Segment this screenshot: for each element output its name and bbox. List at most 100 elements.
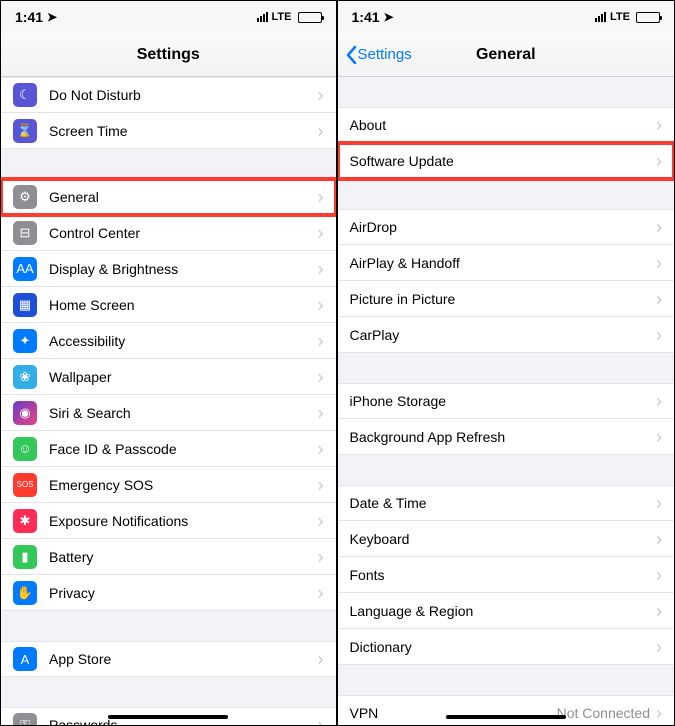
row-label: Battery <box>49 549 318 565</box>
battery-icon <box>636 12 660 23</box>
chevron-right-icon: › <box>318 260 324 278</box>
accessibility-icon: ✦ <box>13 329 37 353</box>
general-row-airplay-handoff[interactable]: AirPlay & Handoff› <box>338 245 675 281</box>
chevron-right-icon: › <box>318 332 324 350</box>
row-label: Software Update <box>350 153 657 169</box>
chevron-right-icon: › <box>318 188 324 206</box>
settings-row-accessibility[interactable]: ✦ Accessibility› <box>1 323 336 359</box>
general-row-carplay[interactable]: CarPlay› <box>338 317 675 353</box>
chevron-right-icon: › <box>656 152 662 170</box>
row-label: CarPlay <box>350 327 657 343</box>
general-row-about[interactable]: About› <box>338 107 675 143</box>
location-icon: ➤ <box>384 10 394 24</box>
nav-header: Settings <box>1 33 336 77</box>
settings-row-wallpaper[interactable]: ❀ Wallpaper› <box>1 359 336 395</box>
chevron-right-icon: › <box>656 428 662 446</box>
general-row-software-update[interactable]: Software Update› <box>338 143 675 179</box>
settings-row-home-screen[interactable]: ▦Home Screen› <box>1 287 336 323</box>
general-row-background-app-refresh[interactable]: Background App Refresh› <box>338 419 675 455</box>
home-indicator[interactable] <box>108 715 228 719</box>
row-label: Wallpaper <box>49 369 318 385</box>
status-bar: 1:41 ➤ LTE <box>1 1 336 33</box>
general-row-vpn[interactable]: VPNNot Connected› <box>338 695 675 725</box>
gear-icon: ⚙ <box>13 185 37 209</box>
chevron-right-icon: › <box>318 86 324 104</box>
settings-row-emergency-sos[interactable]: SOSEmergency SOS› <box>1 467 336 503</box>
chevron-right-icon: › <box>318 716 324 725</box>
battery-icon: ▮ <box>13 545 37 569</box>
chevron-right-icon: › <box>656 218 662 236</box>
appstore-icon: A <box>13 647 37 671</box>
general-row-dictionary[interactable]: Dictionary› <box>338 629 675 665</box>
row-label: iPhone Storage <box>350 393 657 409</box>
settings-row-privacy[interactable]: ✋Privacy› <box>1 575 336 611</box>
general-row-date-time[interactable]: Date & Time› <box>338 485 675 521</box>
settings-row-general[interactable]: ⚙General› <box>1 179 336 215</box>
chevron-right-icon: › <box>656 602 662 620</box>
wallpaper-icon: ❀ <box>13 365 37 389</box>
row-label: Privacy <box>49 585 318 601</box>
chevron-right-icon: › <box>318 368 324 386</box>
page-title: General <box>476 46 536 64</box>
settings-row-do-not-disturb[interactable]: ☾Do Not Disturb› <box>1 77 336 113</box>
row-label: Keyboard <box>350 531 657 547</box>
general-row-keyboard[interactable]: Keyboard› <box>338 521 675 557</box>
row-label: Accessibility <box>49 333 318 349</box>
chevron-right-icon: › <box>318 404 324 422</box>
general-row-fonts[interactable]: Fonts› <box>338 557 675 593</box>
faceid-icon: ☺ <box>13 437 37 461</box>
key-icon: ⚿ <box>13 713 37 725</box>
settings-row-screen-time[interactable]: ⌛Screen Time› <box>1 113 336 149</box>
row-label: Control Center <box>49 225 318 241</box>
chevron-right-icon: › <box>318 584 324 602</box>
row-label: AirPlay & Handoff <box>350 255 657 271</box>
row-label: Fonts <box>350 567 657 583</box>
nav-header: Settings General <box>338 33 675 77</box>
chevron-right-icon: › <box>656 116 662 134</box>
chevron-right-icon: › <box>318 650 324 668</box>
general-row-language-region[interactable]: Language & Region› <box>338 593 675 629</box>
settings-screen: 1:41 ➤ LTE Settings ☾Do Not Disturb›⌛Scr… <box>1 1 338 725</box>
row-label: Exposure Notifications <box>49 513 318 529</box>
settings-list[interactable]: ☾Do Not Disturb›⌛Screen Time› ⚙General›⊟C… <box>1 77 336 725</box>
exposure-icon: ✱ <box>13 509 37 533</box>
page-title: Settings <box>137 46 200 64</box>
chevron-right-icon: › <box>656 530 662 548</box>
chevron-right-icon: › <box>318 476 324 494</box>
chevron-right-icon: › <box>318 512 324 530</box>
grid-icon: ▦ <box>13 293 37 317</box>
chevron-right-icon: › <box>656 392 662 410</box>
general-row-iphone-storage[interactable]: iPhone Storage› <box>338 383 675 419</box>
row-label: AirDrop <box>350 219 657 235</box>
chevron-right-icon: › <box>656 290 662 308</box>
moon-icon: ☾ <box>13 83 37 107</box>
settings-row-display-brightness[interactable]: AADisplay & Brightness› <box>1 251 336 287</box>
settings-row-face-id-passcode[interactable]: ☺Face ID & Passcode› <box>1 431 336 467</box>
home-indicator[interactable] <box>446 715 566 719</box>
row-value: Not Connected <box>557 705 650 721</box>
row-label: Screen Time <box>49 123 318 139</box>
settings-row-app-store[interactable]: AApp Store› <box>1 641 336 677</box>
chevron-left-icon <box>344 45 358 65</box>
row-label: Date & Time <box>350 495 657 511</box>
status-carrier: LTE <box>610 11 630 23</box>
chevron-right-icon: › <box>318 122 324 140</box>
general-row-airdrop[interactable]: AirDrop› <box>338 209 675 245</box>
general-list[interactable]: About›Software Update›AirDrop›AirPlay & … <box>338 77 675 725</box>
row-label: Home Screen <box>49 297 318 313</box>
row-label: Dictionary <box>350 639 657 655</box>
status-time: 1:41 <box>15 9 43 25</box>
chevron-right-icon: › <box>656 704 662 722</box>
general-row-picture-in-picture[interactable]: Picture in Picture› <box>338 281 675 317</box>
settings-row-battery[interactable]: ▮Battery› <box>1 539 336 575</box>
back-button[interactable]: Settings <box>344 45 412 65</box>
row-label: Emergency SOS <box>49 477 318 493</box>
aa-icon: AA <box>13 257 37 281</box>
signal-icon <box>595 12 606 22</box>
chevron-right-icon: › <box>656 326 662 344</box>
back-label: Settings <box>358 46 412 63</box>
settings-row-control-center[interactable]: ⊟Control Center› <box>1 215 336 251</box>
status-bar: 1:41 ➤ LTE <box>338 1 675 33</box>
settings-row-exposure-notifications[interactable]: ✱ Exposure Notifications› <box>1 503 336 539</box>
settings-row-siri-search[interactable]: ◉Siri & Search› <box>1 395 336 431</box>
